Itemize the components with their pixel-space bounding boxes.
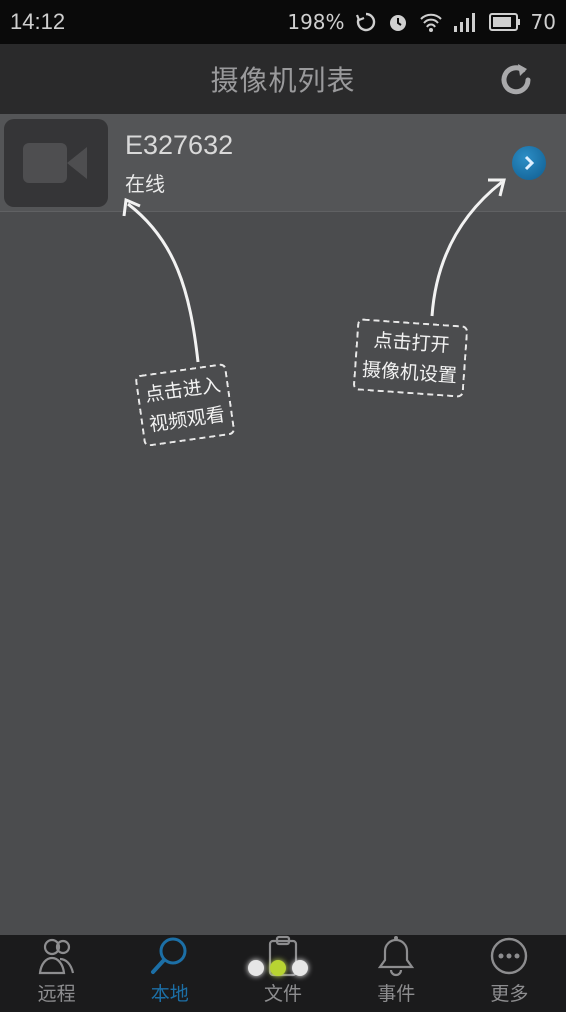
tip-enter-video: 点击进入 视频观看 [134, 362, 236, 448]
loading-dot [270, 960, 286, 976]
tip-open-settings: 点击打开 摄像机设置 [352, 318, 469, 398]
bell-icon [378, 936, 415, 977]
battery-level: 70 [530, 10, 556, 34]
tab-local[interactable]: 本地 [113, 935, 226, 1012]
page-title: 摄像机列表 [210, 64, 356, 97]
status-icons: 198% 70 [287, 10, 556, 34]
camera-settings-button[interactable] [512, 146, 546, 180]
camera-thumbnail[interactable] [4, 119, 108, 207]
tab-label: 文件 [264, 983, 303, 1005]
video-camera-icon [23, 143, 87, 183]
camera-id: E327632 [125, 130, 234, 160]
status-speed: 198% [287, 10, 345, 34]
tab-remote[interactable]: 远程 [0, 935, 113, 1012]
camera-list-item[interactable]: E327632 在线 [0, 114, 566, 212]
tab-label: 事件 [377, 983, 416, 1005]
status-time: 14:12 [10, 9, 66, 34]
camera-status: 在线 [125, 172, 165, 196]
signal-icon [453, 12, 479, 32]
users-icon [38, 938, 74, 975]
alarm-icon [387, 11, 409, 33]
loading-dot [248, 960, 264, 976]
loading-dot [292, 960, 308, 976]
tab-label: 本地 [150, 983, 189, 1005]
chevron-right-icon [524, 155, 535, 171]
refresh-button[interactable] [498, 60, 536, 98]
loading-indicator [248, 960, 308, 976]
more-icon [491, 937, 528, 975]
refresh-icon [501, 64, 531, 95]
battery-icon [488, 12, 521, 32]
tip-settings-line2: 摄像机设置 [361, 358, 458, 388]
sync-icon [355, 11, 377, 33]
tab-more[interactable]: 更多 [453, 935, 566, 1012]
tab-label: 更多 [490, 983, 529, 1005]
status-bar: 14:12 198% 70 [0, 0, 566, 44]
search-icon [150, 937, 187, 974]
wifi-icon [419, 11, 443, 33]
tab-label: 远程 [37, 983, 76, 1005]
title-bar: 摄像机列表 [0, 44, 566, 114]
tab-events[interactable]: 事件 [340, 935, 453, 1012]
